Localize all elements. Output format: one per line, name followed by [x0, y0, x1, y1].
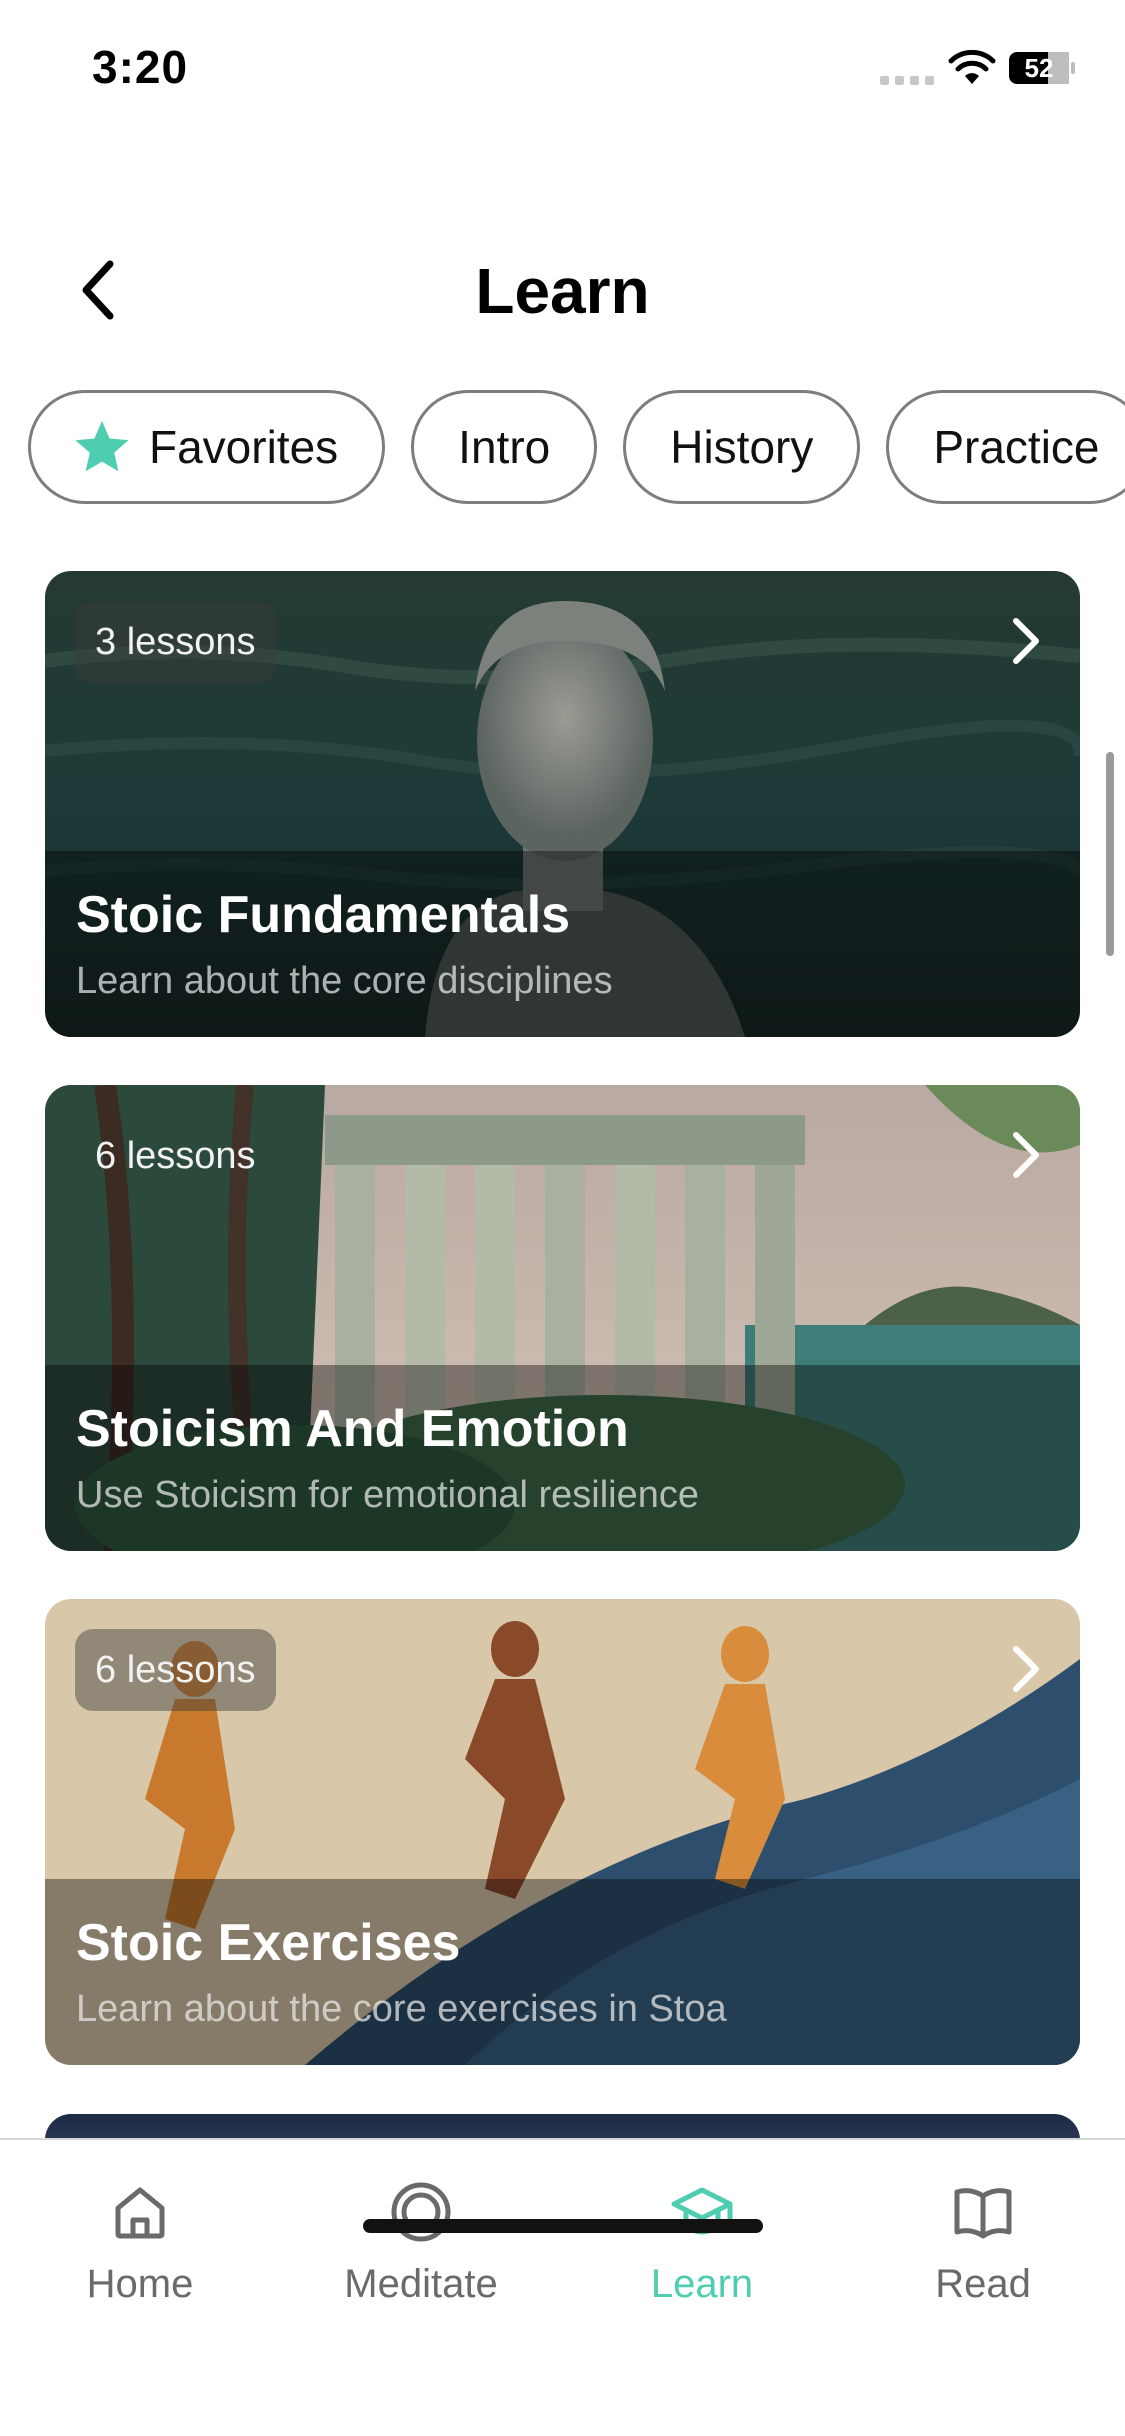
page-title: Learn	[475, 255, 650, 327]
chip-practice[interactable]: Practice	[886, 390, 1125, 504]
lessons-count-badge: 6 lessons	[75, 1629, 276, 1711]
chip-label: Practice	[933, 421, 1100, 473]
battery-icon: 52	[1009, 52, 1075, 84]
tab-read[interactable]: Read	[883, 2180, 1083, 2307]
tab-label: Meditate	[344, 2262, 498, 2306]
star-icon	[75, 421, 129, 472]
course-card[interactable]: 6 lessons Stoicism And Emotion Use Stoic…	[45, 1085, 1080, 1551]
course-title: Stoic Exercises	[76, 1914, 461, 1972]
chip-history[interactable]: History	[623, 390, 861, 504]
open-book-icon	[954, 2188, 1012, 2239]
circle-target-icon	[391, 2182, 451, 2242]
scrollbar[interactable]	[1106, 752, 1114, 956]
chip-label: History	[670, 421, 814, 473]
course-title: Stoicism And Emotion	[76, 1400, 629, 1458]
chip-label: Intro	[458, 421, 551, 473]
tab-home[interactable]: Home	[40, 2180, 240, 2307]
home-indicator[interactable]	[363, 2219, 763, 2233]
header: Learn	[0, 240, 1125, 340]
lessons-count-badge: 6 lessons	[95, 1134, 256, 1177]
house-icon	[115, 2187, 165, 2239]
cellular-signal-icon	[880, 76, 934, 85]
chip-intro[interactable]: Intro	[411, 390, 598, 504]
course-subtitle: Use Stoicism for emotional resilience	[76, 1474, 700, 1516]
chip-label: Favorites	[149, 421, 339, 473]
status-bar: 3:20 52	[0, 0, 1125, 140]
course-subtitle: Learn about the core disciplines	[76, 960, 613, 1002]
wifi-icon	[948, 50, 996, 84]
graduation-cap-icon	[671, 2187, 733, 2235]
chevron-right-icon	[1013, 1646, 1039, 1692]
course-title: Stoic Fundamentals	[76, 886, 571, 944]
tab-label: Home	[86, 2262, 194, 2306]
tab-meditate[interactable]: Meditate	[321, 2180, 521, 2307]
tab-learn[interactable]: Learn	[602, 2180, 802, 2307]
chevron-right-icon	[1013, 618, 1039, 664]
chip-favorites[interactable]: Favorites	[28, 390, 386, 504]
bottom-tab-bar: Home Meditate Learn Read	[0, 2138, 1125, 2436]
course-card[interactable]: 6 lessons Stoic Exercises Learn about th…	[45, 1599, 1080, 2065]
tab-label: Learn	[650, 2262, 754, 2306]
chevron-right-icon	[1013, 1132, 1039, 1178]
course-subtitle: Learn about the core exercises in Stoa	[76, 1988, 727, 2030]
filter-chips: Favorites Intro History Practice	[28, 390, 1125, 506]
battery-level: 52	[1025, 53, 1054, 83]
tab-label: Read	[935, 2262, 1031, 2306]
lessons-count-badge: 3 lessons	[75, 601, 276, 683]
course-card[interactable]: 3 lessons Stoic Fundamentals Learn about…	[45, 571, 1080, 1037]
status-time: 3:20	[92, 41, 189, 93]
